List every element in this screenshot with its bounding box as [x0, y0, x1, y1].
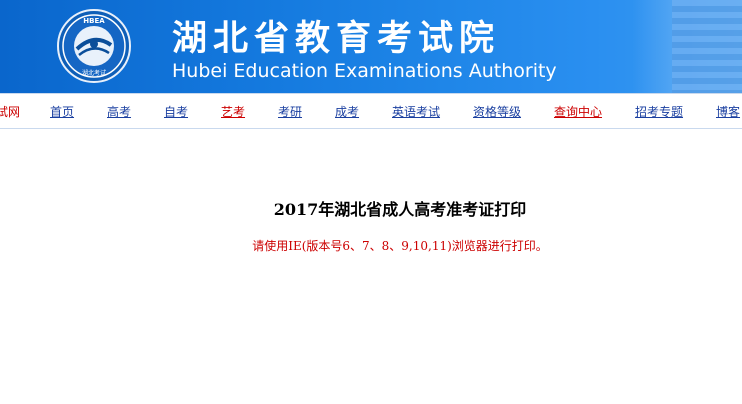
- svg-text:HBEA: HBEA: [83, 17, 105, 25]
- nav-item-english-exam[interactable]: 英语考试: [392, 103, 440, 120]
- nav-item-blog[interactable]: 博客: [716, 103, 740, 120]
- nav-item-gaokao[interactable]: 高考: [107, 103, 131, 120]
- nav-item-yikao[interactable]: 艺考: [221, 103, 245, 120]
- nav-item-home[interactable]: 首页: [50, 103, 74, 120]
- header-banner: HBEA 湖北考试 湖北省教育考试院 Hubei Education Exami…: [0, 0, 742, 93]
- nav-item-query-center[interactable]: 查询中心: [554, 103, 602, 120]
- page-title: 2017年湖北省成人高考准考证打印: [273, 200, 527, 219]
- main-nav: 试网 首页 高考 自考 艺考 考研 成考 英语考试 资格等级 查询中心 招考专题…: [0, 93, 742, 129]
- banner-decoration: [632, 0, 672, 93]
- building-image: [672, 0, 742, 93]
- site-title-cn: 湖北省教育考试院: [172, 18, 501, 59]
- nav-item-partial[interactable]: 试网: [0, 103, 20, 120]
- nav-item-zikao[interactable]: 自考: [164, 103, 188, 120]
- nav-item-chengkao[interactable]: 成考: [335, 103, 359, 120]
- nav-item-qualification[interactable]: 资格等级: [473, 103, 521, 120]
- browser-notice: 请使用IE(版本号6、7、8、9,10,11)浏览器进行打印。: [252, 239, 548, 253]
- site-title-en: Hubei Education Examinations Authority: [172, 60, 557, 82]
- nav-item-admission-topics[interactable]: 招考专题: [635, 103, 683, 120]
- nav-item-kaoyan[interactable]: 考研: [278, 103, 302, 120]
- logo-icon[interactable]: HBEA 湖北考试: [57, 9, 131, 83]
- svg-text:湖北考试: 湖北考试: [82, 69, 106, 77]
